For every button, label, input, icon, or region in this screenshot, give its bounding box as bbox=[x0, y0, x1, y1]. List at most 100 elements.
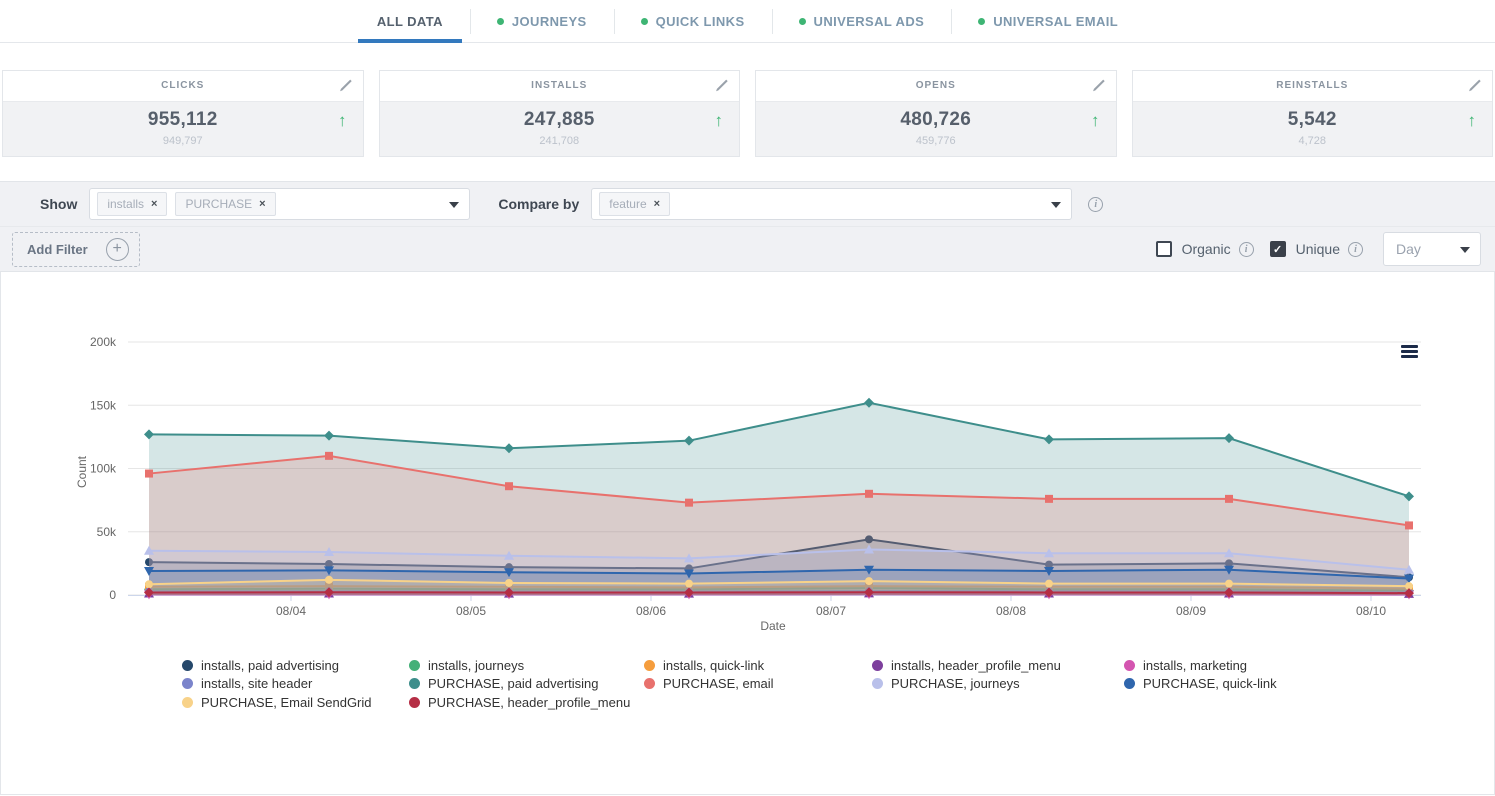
svg-text:100k: 100k bbox=[90, 462, 117, 476]
legend-label: installs, paid advertising bbox=[201, 658, 339, 673]
trend-up-icon: ↑ bbox=[338, 111, 347, 131]
svg-text:08/05: 08/05 bbox=[456, 604, 486, 618]
kpi-value: 480,726 bbox=[756, 109, 1116, 131]
legend-dot-icon bbox=[182, 678, 193, 689]
legend-item[interactable]: installs, marketing bbox=[1124, 656, 1334, 675]
show-select[interactable]: installs × PURCHASE × bbox=[89, 188, 470, 220]
legend-item[interactable]: installs, quick-link bbox=[644, 656, 872, 675]
chart-plot: 050k100k150k200k08/0408/0508/0608/0708/0… bbox=[1, 272, 1494, 644]
chart-panel: 050k100k150k200k08/0408/0508/0608/0708/0… bbox=[0, 272, 1495, 795]
unique-checkbox[interactable]: ✓ bbox=[1270, 241, 1286, 257]
legend-item[interactable]: PURCHASE, paid advertising bbox=[409, 675, 644, 694]
legend-label: installs, quick-link bbox=[663, 658, 764, 673]
legend-label: PURCHASE, Email SendGrid bbox=[201, 695, 372, 710]
svg-text:08/09: 08/09 bbox=[1176, 604, 1206, 618]
legend-label: installs, site header bbox=[201, 676, 312, 691]
info-icon[interactable]: i bbox=[1088, 197, 1103, 212]
legend-dot-icon bbox=[182, 660, 193, 671]
legend-dot-icon bbox=[182, 697, 193, 708]
kpi-card-clicks: CLICKS 955,112 ↑ 949,797 bbox=[2, 70, 364, 157]
edit-icon[interactable] bbox=[713, 78, 729, 94]
edit-icon[interactable] bbox=[337, 78, 353, 94]
trend-up-icon: ↑ bbox=[715, 111, 724, 131]
legend-label: installs, journeys bbox=[428, 658, 524, 673]
kpi-cards-row: CLICKS 955,112 ↑ 949,797 INSTALLS 247,88… bbox=[2, 70, 1493, 157]
plus-circle-icon: + bbox=[106, 238, 129, 261]
legend-item[interactable]: installs, journeys bbox=[409, 656, 644, 675]
legend-column: installs, marketing PURCHASE, quick-link bbox=[1124, 656, 1334, 712]
kpi-label: INSTALLS bbox=[380, 80, 740, 91]
legend-item[interactable]: installs, paid advertising bbox=[182, 656, 409, 675]
tab-journeys[interactable]: JOURNEYS bbox=[470, 0, 614, 42]
svg-text:0: 0 bbox=[109, 588, 116, 602]
legend-dot-icon bbox=[1124, 660, 1135, 671]
organic-checkbox[interactable] bbox=[1156, 241, 1172, 257]
svg-text:08/07: 08/07 bbox=[816, 604, 846, 618]
legend-label: installs, marketing bbox=[1143, 658, 1247, 673]
remove-tag-icon[interactable]: × bbox=[151, 199, 157, 210]
legend-label: installs, header_profile_menu bbox=[891, 658, 1061, 673]
legend-label: PURCHASE, paid advertising bbox=[428, 676, 599, 691]
legend-label: PURCHASE, journeys bbox=[891, 676, 1020, 691]
show-label: Show bbox=[40, 196, 77, 212]
svg-text:08/04: 08/04 bbox=[276, 604, 306, 618]
kpi-value: 5,542 bbox=[1133, 109, 1493, 131]
svg-text:08/10: 08/10 bbox=[1356, 604, 1386, 618]
legend-column: installs, header_profile_menu PURCHASE, j… bbox=[872, 656, 1124, 712]
info-icon[interactable]: i bbox=[1348, 242, 1363, 257]
remove-tag-icon[interactable]: × bbox=[259, 199, 265, 210]
legend-dot-icon bbox=[409, 660, 420, 671]
chart-menu-icon[interactable] bbox=[1401, 345, 1418, 360]
tab-label: QUICK LINKS bbox=[656, 14, 745, 29]
show-tag-purchase: PURCHASE × bbox=[175, 192, 275, 216]
legend-item[interactable]: PURCHASE, Email SendGrid bbox=[182, 693, 409, 712]
kpi-label: REINSTALLS bbox=[1133, 80, 1493, 91]
tab-quick-links[interactable]: QUICK LINKS bbox=[614, 0, 772, 42]
legend-dot-icon bbox=[409, 697, 420, 708]
legend-item[interactable]: PURCHASE, header_profile_menu bbox=[409, 693, 644, 712]
kpi-card-installs: INSTALLS 247,885 ↑ 241,708 bbox=[379, 70, 741, 157]
tab-universal-email[interactable]: UNIVERSAL EMAIL bbox=[951, 0, 1145, 42]
status-dot-icon bbox=[497, 18, 504, 25]
legend-dot-icon bbox=[1124, 678, 1135, 689]
legend-dot-icon bbox=[872, 678, 883, 689]
chevron-down-icon bbox=[1051, 202, 1061, 208]
trend-up-icon: ↑ bbox=[1091, 111, 1100, 131]
kpi-value: 247,885 bbox=[380, 109, 740, 131]
legend-item[interactable]: PURCHASE, journeys bbox=[872, 675, 1124, 694]
chevron-down-icon bbox=[1460, 247, 1470, 253]
legend-column: installs, journeys PURCHASE, paid adverti… bbox=[409, 656, 644, 712]
legend-label: PURCHASE, quick-link bbox=[1143, 676, 1277, 691]
edit-icon[interactable] bbox=[1090, 78, 1106, 94]
compare-by-select[interactable]: feature × bbox=[591, 188, 1072, 220]
kpi-previous-value: 949,797 bbox=[3, 135, 363, 147]
legend-dot-icon bbox=[872, 660, 883, 671]
status-dot-icon bbox=[799, 18, 806, 25]
edit-icon[interactable] bbox=[1466, 78, 1482, 94]
legend-column: installs, quick-link PURCHASE, email bbox=[644, 656, 872, 712]
legend-item[interactable]: installs, header_profile_menu bbox=[872, 656, 1124, 675]
filter-panel: Show installs × PURCHASE × Compare by fe… bbox=[0, 181, 1495, 272]
legend-dot-icon bbox=[644, 678, 655, 689]
trend-up-icon: ↑ bbox=[1468, 111, 1477, 131]
add-filter-button[interactable]: Add Filter + bbox=[12, 232, 140, 267]
legend-item[interactable]: PURCHASE, quick-link bbox=[1124, 675, 1334, 694]
legend-item[interactable]: PURCHASE, email bbox=[644, 675, 872, 694]
info-icon[interactable]: i bbox=[1239, 242, 1254, 257]
tab-all-data[interactable]: ALL DATA bbox=[350, 0, 470, 42]
show-tag-installs: installs × bbox=[97, 192, 167, 216]
legend-label: PURCHASE, header_profile_menu bbox=[428, 695, 630, 710]
kpi-value: 955,112 bbox=[3, 109, 363, 131]
svg-text:200k: 200k bbox=[90, 335, 117, 349]
interval-select[interactable]: Day bbox=[1383, 232, 1481, 266]
legend-item[interactable]: installs, site header bbox=[182, 675, 409, 694]
tab-universal-ads[interactable]: UNIVERSAL ADS bbox=[772, 0, 952, 42]
legend-column: installs, paid advertising installs, site… bbox=[182, 656, 409, 712]
chart-legend: installs, paid advertising installs, site… bbox=[182, 656, 1494, 712]
chevron-down-icon bbox=[449, 202, 459, 208]
tab-label: JOURNEYS bbox=[512, 14, 587, 29]
remove-tag-icon[interactable]: × bbox=[654, 199, 660, 210]
svg-text:08/08: 08/08 bbox=[996, 604, 1026, 618]
unique-label: Unique bbox=[1296, 241, 1340, 257]
status-dot-icon bbox=[641, 18, 648, 25]
